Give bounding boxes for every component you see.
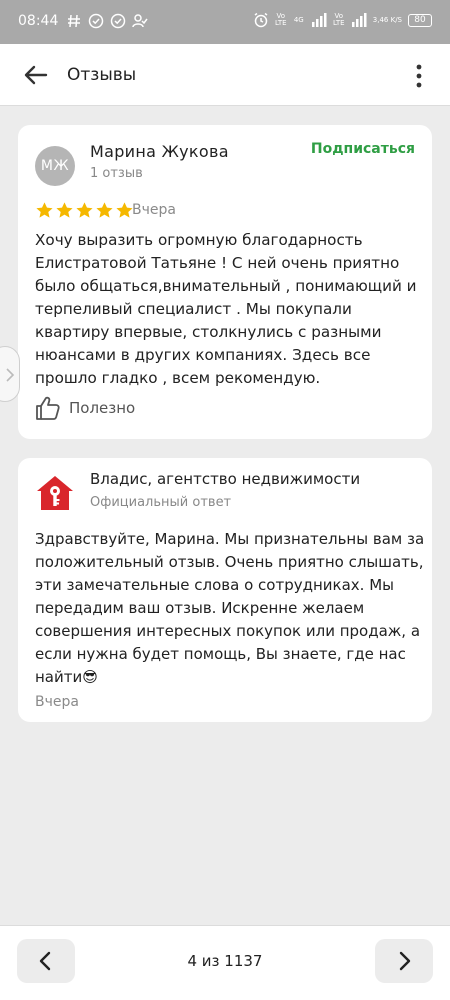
rating-stars [35, 201, 134, 220]
alarm-icon [254, 12, 268, 28]
status-notification-icons [66, 13, 148, 29]
signal-icon [351, 13, 367, 27]
official-reply-card: Владис, агентство недвижимости Официальн… [18, 458, 432, 722]
star-icon [56, 202, 73, 218]
helpful-button[interactable]: Полезно [35, 393, 135, 423]
volte-indicator: Vo LTE [274, 12, 287, 27]
helpful-label: Полезно [69, 399, 136, 417]
status-time: 08:44 [18, 13, 59, 29]
edge-panel-handle[interactable] [0, 346, 20, 402]
app-bar: Отзывы [0, 44, 450, 106]
page-title: Отзывы [67, 65, 137, 85]
status-system-icons: Vo LTE 4G Vo LTE 3,46 K/S 80 [253, 12, 432, 28]
star-icon [96, 202, 113, 218]
subscribe-button[interactable]: Подписаться [311, 141, 415, 157]
review-text: Хочу выразить огромную благодарность Ели… [35, 231, 417, 387]
person-check-icon [132, 14, 148, 28]
agency-name[interactable]: Владис, агентство недвижимости [90, 470, 360, 488]
star-icon [76, 202, 93, 218]
check-circle-icon [110, 13, 126, 29]
network-4g-indicator: 4G [293, 15, 304, 24]
star-icon [36, 202, 53, 218]
next-button[interactable] [375, 939, 433, 983]
volte-indicator-2: Vo LTE [332, 12, 345, 27]
review-card: МЖ Марина Жукова 1 отзыв Подписаться Вче… [18, 125, 432, 439]
status-bar: 08:44 Vo LTE 4G Vo LTE 3,46 K/S 80 [0, 0, 450, 44]
signal-icon [311, 13, 327, 27]
review-author-name[interactable]: Марина Жукова [90, 142, 229, 161]
reply-date: Вчера [35, 694, 79, 710]
official-reply-label: Официальный ответ [90, 495, 232, 510]
more-vert-icon[interactable] [416, 64, 422, 88]
hash-icon [68, 14, 80, 28]
thumb-up-icon [36, 396, 60, 420]
review-date: Вчера [132, 202, 176, 218]
network-speed: 3,46 K/S [372, 16, 402, 24]
chevron-right-icon [6, 368, 15, 382]
author-review-count: 1 отзыв [90, 166, 143, 181]
back-arrow-icon[interactable] [22, 61, 50, 89]
check-circle-icon [88, 13, 104, 29]
chevron-right-icon [399, 951, 411, 971]
pagination-bar: 4 из 1137 [0, 925, 450, 1000]
battery-icon: 80 [408, 13, 432, 27]
agency-logo-icon[interactable] [35, 474, 75, 512]
reply-text: Здравствуйте, Марина. Мы признательны ва… [35, 530, 425, 686]
avatar[interactable]: МЖ [35, 146, 75, 186]
